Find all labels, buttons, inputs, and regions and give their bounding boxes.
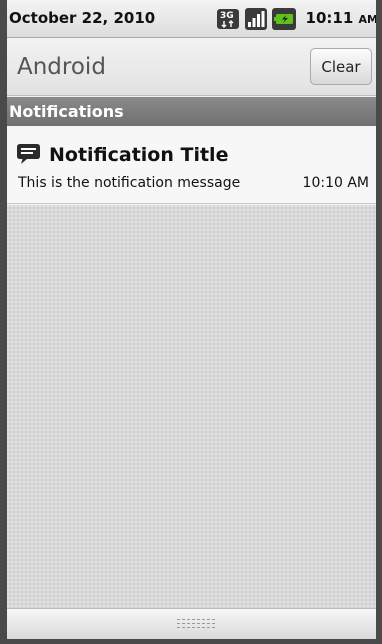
clear-button[interactable]: Clear — [310, 48, 372, 85]
section-title: Notifications — [9, 102, 124, 121]
notification-message: This is the notification message — [18, 175, 241, 191]
3g-data-icon: 3G — [217, 9, 239, 29]
drag-handle-bar[interactable] — [7, 608, 376, 639]
status-date: October 22, 2010 — [9, 9, 156, 27]
notification-header: Android Clear — [7, 38, 376, 96]
chat-bubble-icon — [17, 144, 40, 164]
status-time-value: 10:11 — [305, 9, 354, 27]
notification-time: 10:10 AM — [302, 175, 369, 191]
svg-text:3G: 3G — [220, 11, 234, 21]
status-icons: 3G — [216, 8, 296, 30]
notification-item[interactable]: Notification Title This is the notificat… — [7, 126, 376, 204]
notifications-section-header: Notifications — [7, 97, 376, 126]
status-time: 10:11 AM — [306, 9, 378, 27]
status-bar: October 22, 2010 3G 10:11 AM — [0, 0, 382, 38]
signal-strength-icon — [245, 8, 267, 30]
grip-icon — [177, 619, 215, 628]
battery-charging-icon — [272, 8, 296, 30]
status-ampm: AM — [358, 13, 378, 26]
empty-notification-area — [7, 205, 376, 608]
carrier-label: Android — [17, 54, 106, 80]
notification-title: Notification Title — [49, 144, 229, 166]
